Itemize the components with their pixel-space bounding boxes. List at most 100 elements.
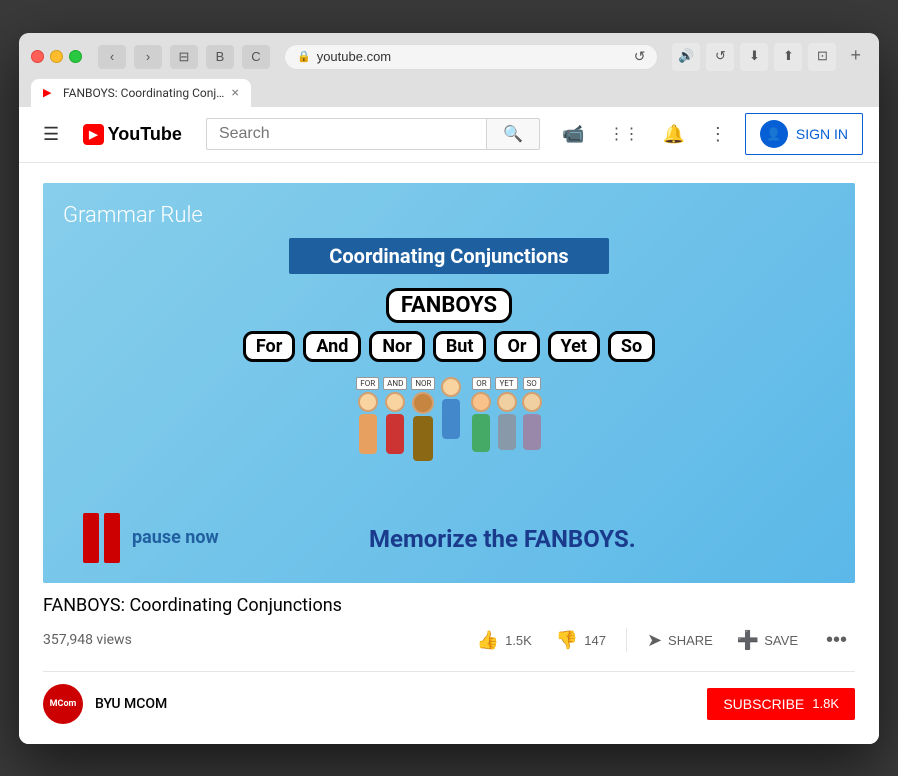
minimize-button[interactable] [50, 50, 63, 63]
refresh-ext-icon[interactable]: ↺ [706, 43, 734, 71]
char-sign-6: YET [495, 377, 517, 390]
share-icon: ➤ [647, 630, 662, 651]
create-video-button[interactable]: 📹 [556, 118, 590, 151]
search-form: 🔍 [206, 118, 540, 150]
browser-controls: ‹ › ⊟ B C 🔒 ↺ 🔊 ↺ [31, 43, 867, 71]
fanboy-so: So [608, 331, 655, 362]
like-count: 1.5K [505, 633, 532, 648]
back-button[interactable]: ‹ [98, 45, 126, 69]
share-button[interactable]: ➤ SHARE [643, 624, 717, 657]
save-add-icon: ➕ [737, 630, 759, 651]
video-title: FANBOYS: Coordinating Conjunctions [43, 595, 855, 616]
fullscreen-ext-icon[interactable]: ⊡ [808, 43, 836, 71]
maximize-button[interactable] [69, 50, 82, 63]
extension-icons: 🔊 ↺ ⬇ ⬆ ⊡ [672, 43, 836, 71]
dislike-button[interactable]: 👎 147 [552, 624, 610, 657]
grid-icon: ⋮⋮ [608, 124, 638, 144]
char-figure-1: FOR [356, 377, 379, 507]
browser-titlebar: ‹ › ⊟ B C 🔒 ↺ 🔊 ↺ [19, 33, 879, 107]
like-button[interactable]: 👍 1.5K [473, 624, 536, 657]
youtube-header: ☰ ▶ YouTube 🔍 📹 ⋮⋮ [19, 107, 879, 163]
volume-ext-icon[interactable]: 🔊 [672, 43, 700, 71]
coordinating-banner: Coordinating Conjunctions [289, 238, 608, 274]
more-options-video-button[interactable]: ••• [818, 625, 855, 656]
video-actions: 👍 1.5K 👎 147 ➤ SHARE [473, 624, 855, 657]
memorize-text: Memorize the FANBOYS. [369, 525, 636, 553]
play-triangle-icon: ▶ [89, 128, 97, 141]
view-count: 357,948 views [43, 632, 132, 648]
fanboy-and: And [303, 331, 361, 362]
youtube-logo[interactable]: ▶ YouTube [83, 124, 182, 145]
tab-title: FANBOYS: Coordinating Conjunctions - You… [63, 86, 226, 100]
char-sign-1: FOR [356, 377, 379, 390]
fanboy-nor: Nor [369, 331, 424, 362]
browser-window: ‹ › ⊟ B C 🔒 ↺ 🔊 ↺ [19, 33, 879, 744]
tab-close-icon[interactable]: × [232, 85, 239, 101]
reload-icon[interactable]: ↺ [634, 49, 646, 65]
fanboy-but: But [433, 331, 487, 362]
share-ext-icon[interactable]: ⬆ [774, 43, 802, 71]
search-input[interactable] [206, 118, 486, 150]
pause-overlay: pause now [83, 513, 219, 563]
refresh-icon: C [251, 49, 260, 64]
new-tab-button[interactable]: + [844, 45, 867, 66]
channel-row: MCom BYU MCOM SUBSCRIBE 1.8K [43, 671, 855, 724]
more-options-button[interactable]: ⋮ [703, 118, 733, 151]
download-ext-icon[interactable]: ⬇ [740, 43, 768, 71]
tabs-icon: ⊟ [179, 49, 190, 65]
active-tab[interactable]: ▶ FANBOYS: Coordinating Conjunctions - Y… [31, 79, 251, 107]
save-label: SAVE [764, 633, 798, 648]
lock-icon: 🔒 [297, 50, 311, 63]
video-camera-icon: 📹 [562, 124, 584, 145]
fanboy-or: Or [494, 331, 539, 362]
fanboys-label: FANBOYS [386, 288, 512, 323]
video-player[interactable]: Grammar Rule Coordinating Conjunctions F… [43, 183, 855, 583]
fanboys-container: FANBOYS For And Nor But Or Yet So [243, 288, 655, 362]
search-icon: 🔍 [503, 126, 523, 143]
avatar-icon: 👤 [760, 120, 788, 148]
tab-overview-button[interactable]: ⊟ [170, 45, 198, 69]
pause-now-text: pause now [132, 527, 219, 548]
sign-in-button[interactable]: 👤 SIGN IN [745, 113, 863, 155]
tab-bar: ▶ FANBOYS: Coordinating Conjunctions - Y… [31, 79, 867, 107]
char-sign-3: NOR [411, 377, 435, 390]
tab-favicon: ▶ [43, 86, 57, 100]
subscriber-count: 1.8K [812, 696, 839, 711]
chevron-right-icon: › [146, 49, 150, 64]
video-content-area: Grammar Rule Coordinating Conjunctions F… [19, 163, 879, 744]
dislike-count: 147 [584, 633, 606, 648]
fanboys-words: For And Nor But Or Yet So [243, 331, 655, 362]
apps-button[interactable]: ⋮⋮ [602, 118, 644, 150]
channel-avatar[interactable]: MCom [43, 684, 83, 724]
fanboy-yet: Yet [548, 331, 600, 362]
traffic-lights [31, 50, 82, 63]
dots-vertical-icon: ⋮ [709, 124, 727, 145]
forward-button[interactable]: › [134, 45, 162, 69]
char-figure-2: AND [383, 377, 407, 507]
fanboy-for: For [243, 331, 295, 362]
video-info: FANBOYS: Coordinating Conjunctions 357,9… [43, 595, 855, 657]
char-sign-7: SO [523, 377, 541, 390]
video-meta-row: 357,948 views 👍 1.5K 👎 147 [43, 624, 855, 657]
pause-bar-left [83, 513, 99, 563]
chevron-left-icon: ‹ [110, 49, 114, 64]
hamburger-menu-button[interactable]: ☰ [35, 116, 67, 153]
search-button[interactable]: 🔍 [486, 118, 540, 150]
close-button[interactable] [31, 50, 44, 63]
video-thumbnail: Grammar Rule Coordinating Conjunctions F… [43, 183, 855, 583]
action-divider [626, 628, 627, 652]
subscribe-label: SUBSCRIBE [723, 696, 804, 712]
refresh-ext-button[interactable]: C [242, 45, 270, 69]
char-sign-5: OR [472, 377, 490, 390]
address-input[interactable] [317, 49, 628, 64]
bookmark-ext-button[interactable]: B [206, 45, 234, 69]
bell-icon: 🔔 [662, 124, 684, 145]
notifications-button[interactable]: 🔔 [656, 118, 690, 151]
channel-name[interactable]: BYU MCOM [95, 696, 167, 712]
share-label: SHARE [668, 633, 713, 648]
address-bar-wrapper[interactable]: 🔒 ↺ [284, 44, 658, 70]
save-button[interactable]: ➕ SAVE [733, 624, 802, 657]
dots-horizontal-icon: ••• [826, 629, 847, 651]
subscribe-button[interactable]: SUBSCRIBE 1.8K [707, 688, 855, 720]
char-sign-2: AND [383, 377, 407, 390]
